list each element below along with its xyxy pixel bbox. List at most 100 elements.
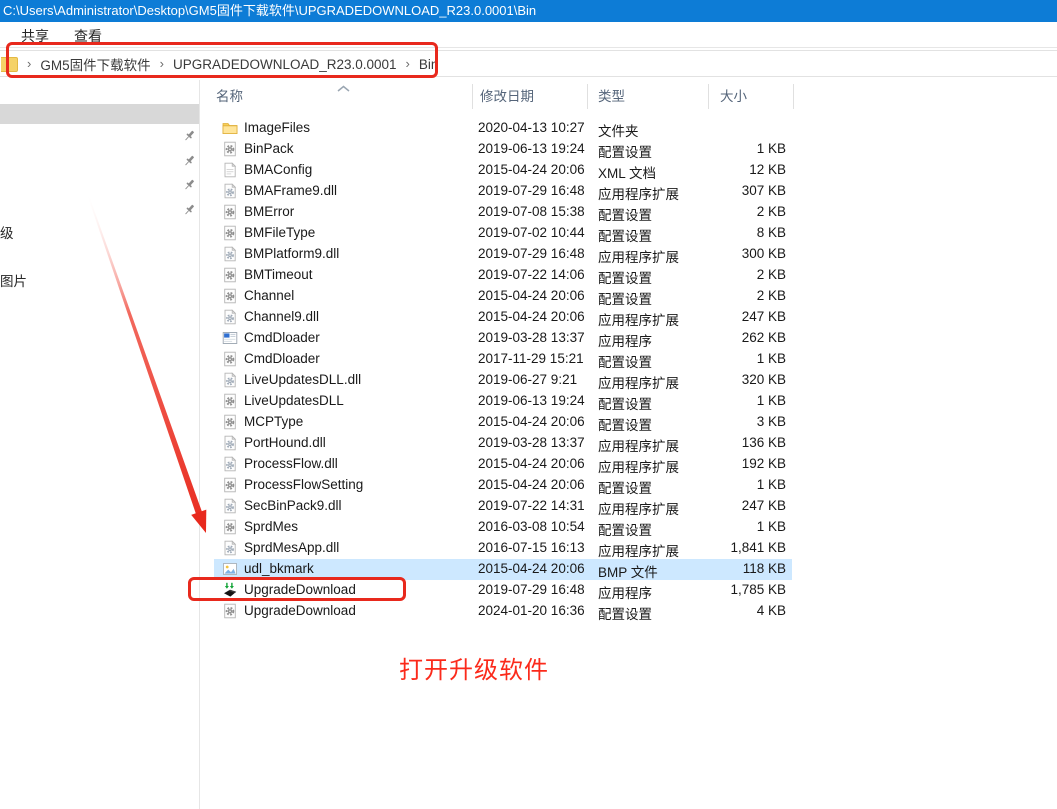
config-icon [222,288,238,304]
file-type: 配置设置 [598,288,652,308]
file-type: 应用程序扩展 [598,456,679,476]
table-row[interactable]: PortHound.dll2019-03-28 13:37应用程序扩展136 K… [214,433,792,454]
file-type: 应用程序扩展 [598,372,679,392]
table-row[interactable]: BMAFrame9.dll2019-07-29 16:48应用程序扩展307 K… [214,181,792,202]
file-date-modified: 2019-07-02 10:44 [478,225,585,240]
file-name: BMAConfig [244,162,312,177]
file-size: 2 KB [704,204,786,219]
table-row[interactable]: BMAConfig2015-04-24 20:06XML 文档12 KB [214,160,792,181]
ribbon-tab-bar: 共享 查看 [0,22,1057,48]
window-title-bar: C:\Users\Administrator\Desktop\GM5固件下载软件… [0,0,1057,22]
table-row[interactable]: LiveUpdatesDLL.dll2019-06-27 9:21应用程序扩展3… [214,370,792,391]
dll-icon [222,183,238,199]
file-date-modified: 2019-07-29 16:48 [478,246,585,261]
file-date-modified: 2016-03-08 10:54 [478,519,585,534]
config-icon [222,225,238,241]
file-size: 1 KB [704,477,786,492]
breadcrumb-item-bin[interactable]: Bin [419,57,439,72]
breadcrumb-item-upgradedownload[interactable]: UPGRADEDOWNLOAD_R23.0.0001 [173,57,397,72]
breadcrumb-item-gm5[interactable]: GM5固件下载软件 [40,54,150,74]
file-name: BMFileType [244,225,315,240]
pin-icon[interactable] [182,129,196,144]
table-row[interactable]: SprdMesApp.dll2016-07-15 16:13应用程序扩展1,84… [214,538,792,559]
file-date-modified: 2017-11-29 15:21 [478,351,584,366]
file-date-modified: 2024-01-20 16:36 [478,603,585,618]
chevron-right-icon: › [397,56,419,73]
table-row[interactable]: LiveUpdatesDLL2019-06-13 19:24配置设置1 KB [214,391,792,412]
sidebar-item-pictures[interactable]: 图片 [0,270,27,290]
file-date-modified: 2015-04-24 20:06 [478,477,585,492]
column-divider[interactable] [587,84,588,109]
file-type: 配置设置 [598,519,652,539]
table-row[interactable]: udl_bkmark2015-04-24 20:06BMP 文件118 KB [214,559,792,580]
table-row[interactable]: ImageFiles2020-04-13 10:27文件夹 [214,118,792,139]
pin-icon[interactable] [182,154,196,169]
pin-icon[interactable] [182,178,196,193]
config-icon [222,414,238,430]
column-header-name[interactable]: 名称 [216,85,243,105]
table-row[interactable]: SprdMes2016-03-08 10:54配置设置1 KB [214,517,792,538]
table-row[interactable]: SecBinPack9.dll2019-07-22 14:31应用程序扩展247… [214,496,792,517]
table-row[interactable]: BinPack2019-06-13 19:24配置设置1 KB [214,139,792,160]
file-name: ImageFiles [244,120,310,135]
file-type: 应用程序扩展 [598,498,679,518]
column-header-date-modified[interactable]: 修改日期 [480,85,534,105]
file-name: Channel9.dll [244,309,319,324]
file-date-modified: 2019-07-22 14:06 [478,267,585,282]
table-row[interactable]: MCPType2015-04-24 20:06配置设置3 KB [214,412,792,433]
table-row[interactable]: Channel2015-04-24 20:06配置设置2 KB [214,286,792,307]
file-type: 配置设置 [598,477,652,497]
table-row[interactable]: CmdDloader2019-03-28 13:37应用程序262 KB [214,328,792,349]
file-date-modified: 2015-04-24 20:06 [478,288,585,303]
tab-share[interactable]: 共享 [21,26,49,46]
file-name: LiveUpdatesDLL.dll [244,372,361,387]
file-size: 2 KB [704,267,786,282]
dll-icon [222,498,238,514]
dll-icon [222,540,238,556]
file-type: BMP 文件 [598,561,658,581]
file-name: BMAFrame9.dll [244,183,337,198]
file-name: UpgradeDownload [244,603,356,618]
file-type: 配置设置 [598,393,652,413]
file-type: 应用程序扩展 [598,309,679,329]
table-row[interactable]: CmdDloader2017-11-29 15:21配置设置1 KB [214,349,792,370]
file-size: 1 KB [704,393,786,408]
pin-icon[interactable] [182,203,196,218]
column-header-size[interactable]: 大小 [720,85,747,105]
file-size: 8 KB [704,225,786,240]
table-row[interactable]: BMTimeout2019-07-22 14:06配置设置2 KB [214,265,792,286]
window-title: C:\Users\Administrator\Desktop\GM5固件下载软件… [3,3,536,18]
column-divider[interactable] [472,84,473,109]
column-divider[interactable] [793,84,794,109]
file-type: 应用程序扩展 [598,246,679,266]
table-row[interactable]: Channel9.dll2015-04-24 20:06应用程序扩展247 KB [214,307,792,328]
table-row[interactable]: UpgradeDownload2024-01-20 16:36配置设置4 KB [214,601,792,622]
annotation-note: 打开升级软件 [399,650,549,685]
explorer-window: C:\Users\Administrator\Desktop\GM5固件下载软件… [0,0,1057,809]
sort-ascending-icon [336,85,351,93]
column-divider[interactable] [708,84,709,109]
file-name: CmdDloader [244,351,320,366]
table-row[interactable]: BMError2019-07-08 15:38配置设置2 KB [214,202,792,223]
column-header-type[interactable]: 类型 [598,85,625,105]
table-row[interactable]: ProcessFlowSetting2015-04-24 20:06配置设置1 … [214,475,792,496]
file-size: 1,785 KB [704,582,786,597]
table-row[interactable]: BMFileType 2019-07-02 10:44 配置设置 8 KB [214,223,792,244]
address-bar[interactable]: › GM5固件下载软件 › UPGRADEDOWNLOAD_R23.0.0001… [0,48,1057,80]
sidebar-selected-item[interactable] [0,104,199,124]
file-size: 1 KB [704,351,786,366]
table-row[interactable]: BMPlatform9.dll2019-07-29 16:48应用程序扩展300… [214,244,792,265]
tab-view[interactable]: 查看 [74,26,102,46]
table-row[interactable]: ProcessFlow.dll2015-04-24 20:06应用程序扩展192… [214,454,792,475]
sidebar-item-partial[interactable]: 级 [0,222,14,242]
breadcrumb: › GM5固件下载软件 › UPGRADEDOWNLOAD_R23.0.0001… [0,48,438,80]
bmp-icon [222,561,238,577]
file-date-modified: 2019-07-22 14:31 [478,498,585,513]
file-type: 配置设置 [598,225,652,245]
file-name: ProcessFlow.dll [244,456,338,471]
chevron-right-icon: › [18,56,40,73]
file-date-modified: 2015-04-24 20:06 [478,309,585,324]
dll-icon [222,435,238,451]
table-row[interactable]: UpgradeDownload2019-07-29 16:48应用程序1,785… [214,580,792,601]
file-date-modified: 2015-04-24 20:06 [478,456,585,471]
